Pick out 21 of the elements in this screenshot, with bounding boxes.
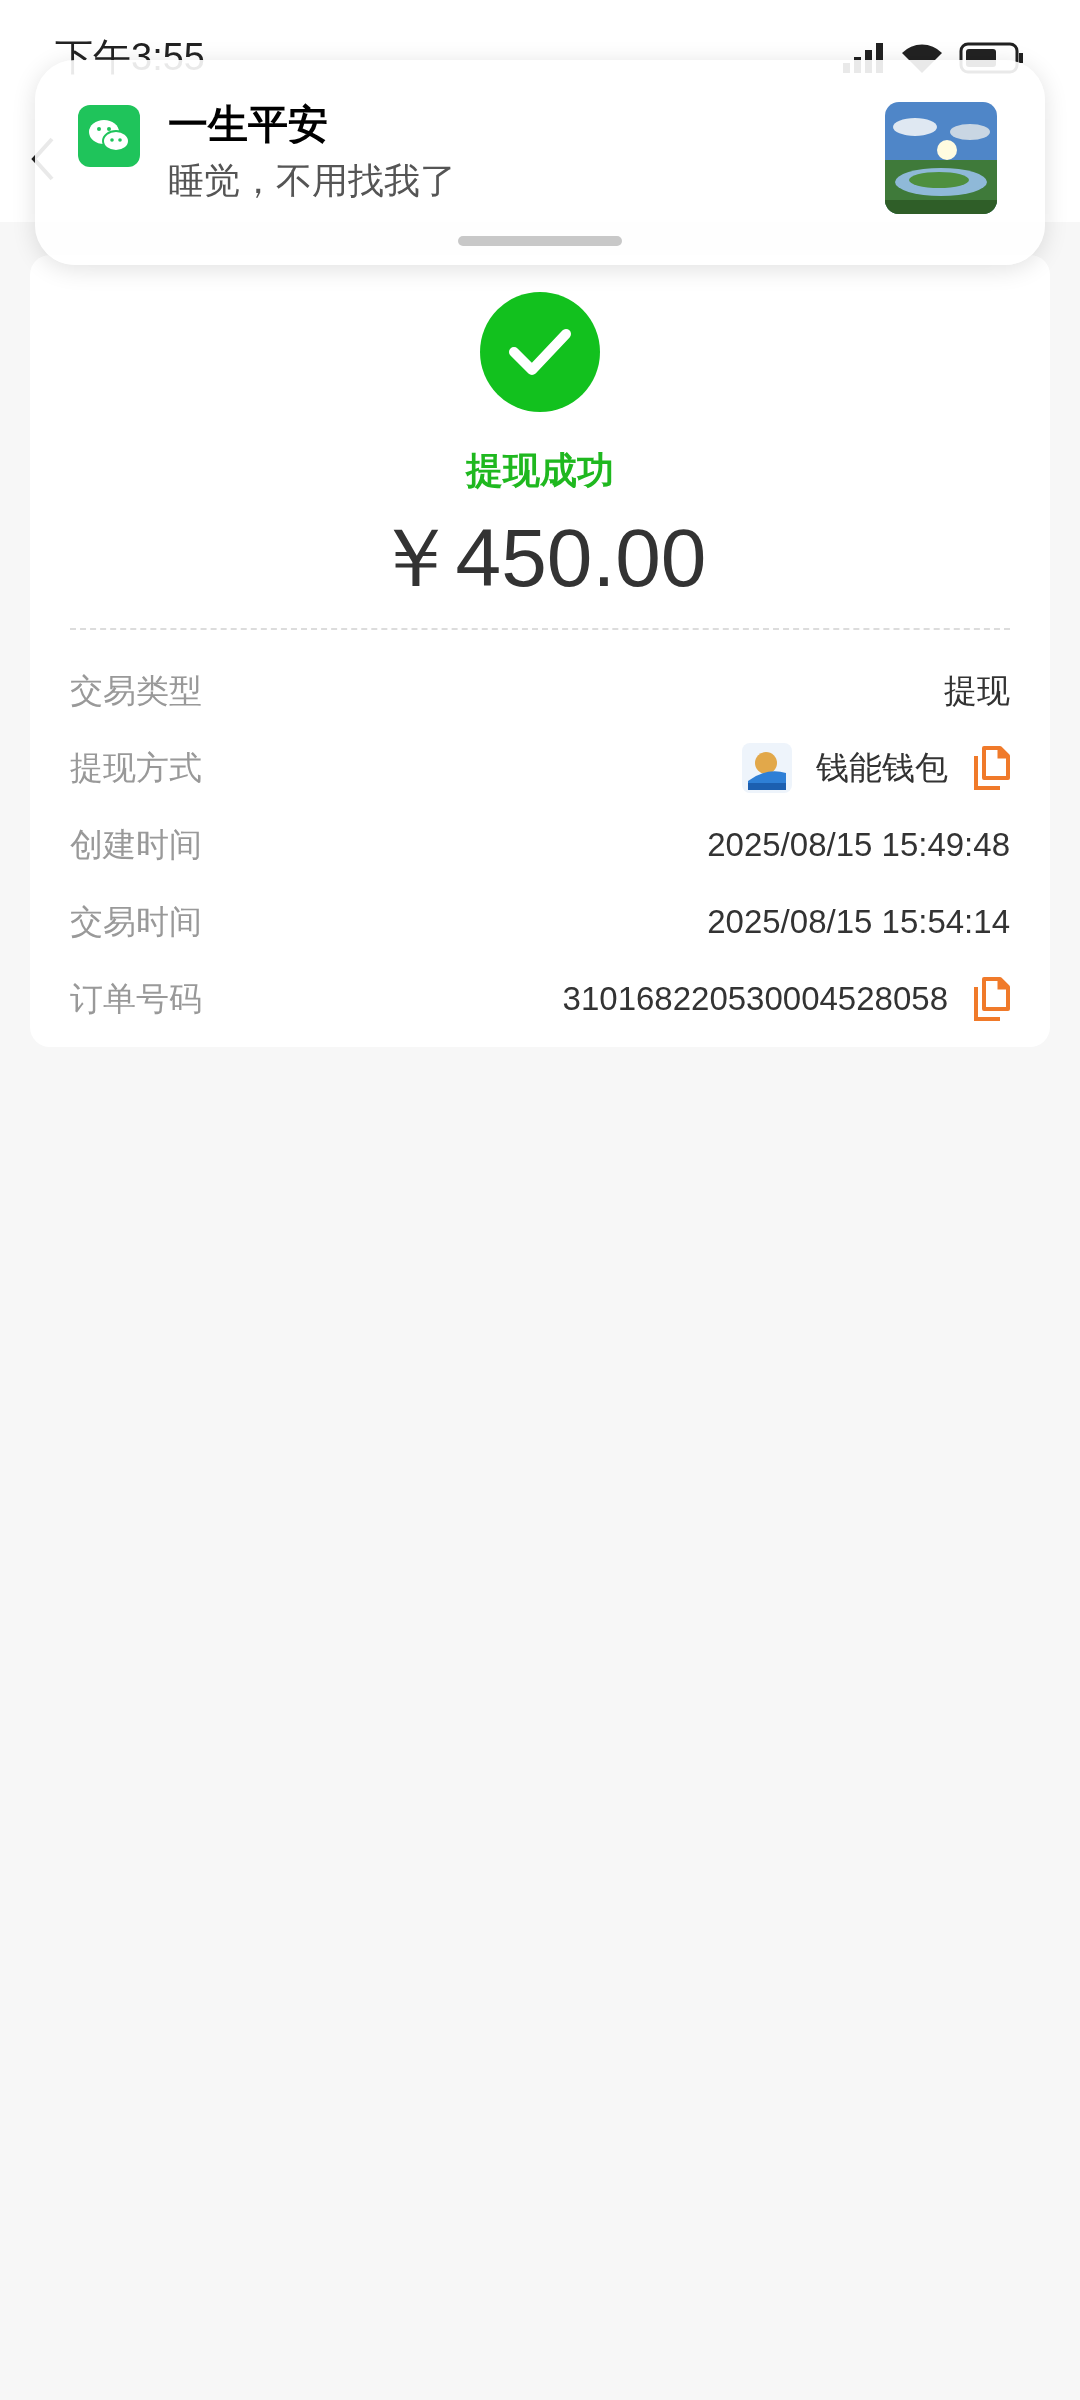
detail-value: 310168220530004528058 bbox=[562, 978, 948, 1019]
status-text: 提现成功 bbox=[466, 449, 614, 493]
notification-card[interactable]: 一生平安 睡觉，不用找我了 bbox=[35, 60, 1045, 265]
detail-value: 2025/08/15 15:49:48 bbox=[707, 824, 1010, 865]
amount-text: ￥450.00 bbox=[373, 511, 707, 605]
notification-message: 睡觉，不用找我了 bbox=[168, 159, 456, 203]
copy-icon[interactable] bbox=[972, 745, 1010, 790]
detail-label: 创建时间 bbox=[70, 824, 202, 865]
detail-label: 订单号码 bbox=[70, 978, 202, 1019]
detail-value: 钱能钱包 bbox=[816, 747, 948, 788]
wallet-app-icon bbox=[742, 742, 792, 793]
detail-label: 提现方式 bbox=[70, 747, 202, 788]
detail-value: 2025/08/15 15:54:14 bbox=[707, 901, 1010, 942]
notification-title: 一生平安 bbox=[168, 101, 329, 148]
detail-label: 交易类型 bbox=[70, 670, 202, 711]
chat-app-icon bbox=[78, 105, 140, 167]
copy-icon[interactable] bbox=[972, 976, 1010, 1021]
detail-value: 提现 bbox=[944, 670, 1010, 711]
drag-handle[interactable] bbox=[458, 236, 622, 246]
detail-label: 交易时间 bbox=[70, 901, 202, 942]
check-icon bbox=[480, 292, 600, 412]
